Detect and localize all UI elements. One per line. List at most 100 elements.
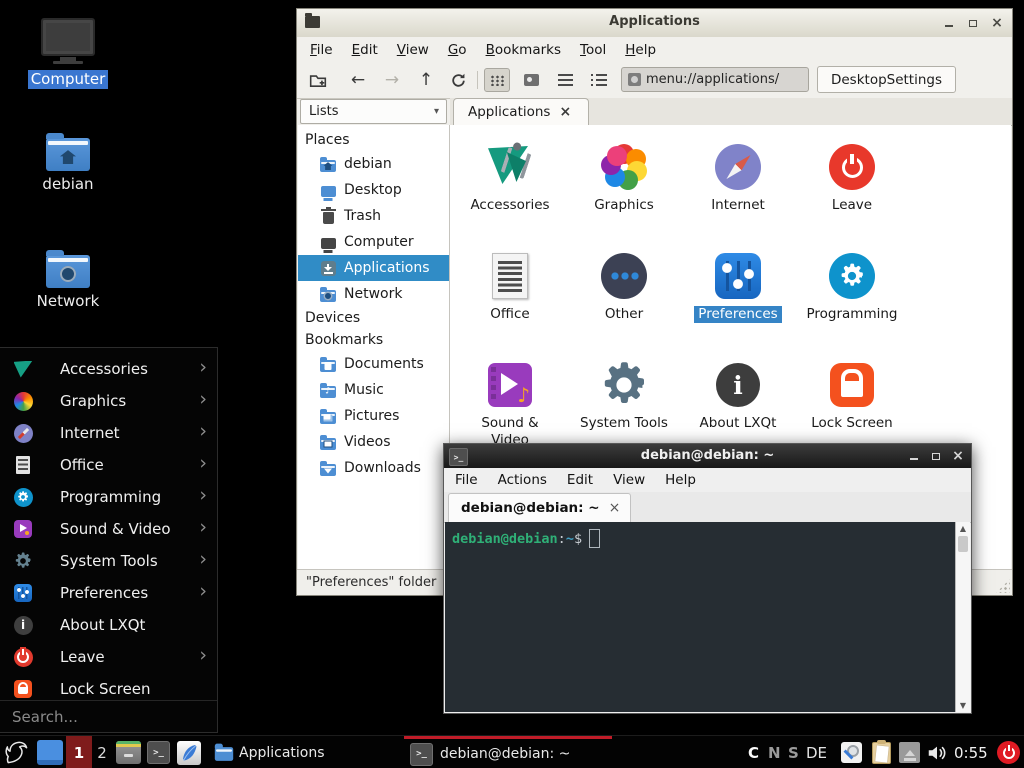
tab-applications[interactable]: Applications × (453, 98, 589, 125)
menu-view[interactable]: View (397, 42, 429, 58)
grid-item-other[interactable]: Other (567, 244, 681, 350)
grid-item-preferences[interactable]: Preferences (681, 244, 795, 350)
menu-tool[interactable]: Tool (580, 42, 606, 58)
workspace-2-button[interactable]: 2 (94, 736, 110, 768)
menu-file[interactable]: File (455, 472, 478, 488)
desktop-settings-button[interactable]: DesktopSettings (817, 66, 956, 93)
sidebar-item-applications[interactable]: Applications (298, 255, 449, 281)
tab-close-icon[interactable]: × (559, 105, 571, 119)
maximize-button[interactable] (966, 16, 980, 30)
menu-file[interactable]: File (310, 42, 333, 58)
task-button-terminal[interactable]: >_ debian@debian: ~ (404, 736, 612, 768)
scrollbar-thumb[interactable] (958, 536, 968, 552)
new-tab-button[interactable] (305, 68, 331, 92)
grid-item-leave[interactable]: Leave (795, 135, 909, 241)
clock[interactable]: 0:55 (954, 736, 988, 768)
scroll-up-icon[interactable]: ▲ (956, 524, 970, 533)
tray-eject-icon[interactable] (899, 736, 920, 768)
thumbnail-view-button[interactable] (518, 68, 544, 92)
terminal-scrollbar[interactable]: ▲ ▼ (955, 522, 970, 712)
sidebar-item-documents[interactable]: Documents (298, 351, 449, 377)
system-tools-icon (600, 361, 648, 409)
grid-item-programming[interactable]: Programming (795, 244, 909, 350)
grid-item-graphics[interactable]: Graphics (567, 135, 681, 241)
minimize-button[interactable] (907, 449, 921, 463)
desktop-icon-network[interactable]: Network (20, 255, 116, 311)
menu-edit[interactable]: Edit (352, 42, 378, 58)
desktop-icon-computer[interactable]: Computer (20, 18, 116, 89)
reload-button[interactable] (445, 68, 471, 92)
sidebar-item-trash[interactable]: Trash (298, 203, 449, 229)
tray-clipboard-icon[interactable] (872, 736, 891, 768)
menu-go[interactable]: Go (448, 42, 467, 58)
back-button[interactable]: ← (345, 68, 371, 92)
scroll-down-icon[interactable]: ▼ (956, 701, 970, 710)
resize-grip[interactable] (996, 579, 1010, 593)
search-input[interactable] (10, 707, 204, 727)
sidebar-item-computer[interactable]: Computer (298, 229, 449, 255)
maximize-button[interactable] (929, 449, 943, 463)
sidebar-item-network[interactable]: Network (298, 281, 449, 307)
forward-button[interactable]: → (379, 68, 405, 92)
menu-item-sound-video[interactable]: Sound & Video › (0, 513, 217, 545)
tab-close-icon[interactable]: × (609, 501, 621, 515)
sidebar-mode-combo[interactable]: Lists ▾ (300, 99, 447, 124)
path-bar[interactable]: menu://applications/ (621, 67, 809, 92)
sidebar-item-home[interactable]: debian (298, 151, 449, 177)
quicklaunch-terminal[interactable]: >_ (147, 736, 170, 768)
menu-item-system-tools[interactable]: System Tools › (0, 545, 217, 577)
tray-screenshot-icon[interactable] (841, 736, 862, 768)
start-menu-button[interactable] (3, 736, 31, 768)
shell-prompt: debian@debian:~$ (452, 529, 955, 548)
up-button[interactable]: ↑ (413, 68, 439, 92)
close-button[interactable]: × (990, 16, 1004, 30)
sidebar-item-pictures[interactable]: Pictures (298, 403, 449, 429)
power-button[interactable] (997, 736, 1020, 768)
menu-item-office[interactable]: Office › (0, 449, 217, 481)
grid-item-accessories[interactable]: Accessories (453, 135, 567, 241)
featherpad-icon (177, 741, 201, 765)
menu-actions[interactable]: Actions (498, 472, 547, 488)
keyboard-layout-indicator[interactable]: DE (806, 736, 827, 768)
quicklaunch-file-manager[interactable] (116, 736, 141, 768)
menu-search-row (0, 700, 217, 732)
sidebar-item-downloads[interactable]: Downloads (298, 455, 449, 481)
menu-item-graphics[interactable]: Graphics › (0, 385, 217, 417)
menu-item-leave[interactable]: Leave › (0, 641, 217, 673)
icon-view-button[interactable] (484, 68, 510, 92)
workspace-1-button[interactable]: 1 (66, 736, 92, 768)
minimize-button[interactable] (942, 16, 956, 30)
sidebar-item-desktop[interactable]: Desktop (298, 177, 449, 203)
menu-item-preferences[interactable]: Preferences › (0, 577, 217, 609)
menu-item-internet[interactable]: Internet › (0, 417, 217, 449)
terminal-titlebar[interactable]: >_ debian@debian: ~ × (444, 444, 971, 468)
grid-item-office[interactable]: Office (453, 244, 567, 350)
tray-volume-icon[interactable] (926, 736, 948, 768)
menu-item-about-lxqt[interactable]: i About LXQt (0, 609, 217, 641)
chevron-right-icon: › (199, 646, 207, 665)
menu-help[interactable]: Help (625, 42, 656, 58)
menu-item-programming[interactable]: Programming › (0, 481, 217, 513)
menu-view[interactable]: View (613, 472, 645, 488)
fm-toolbar: ← → ↑ menu://applications/ DesktopSettin… (297, 62, 1012, 99)
desktop-icon (319, 184, 337, 197)
close-button[interactable]: × (951, 449, 965, 463)
menu-help[interactable]: Help (665, 472, 696, 488)
sidebar-item-music[interactable]: ♪ Music (298, 377, 449, 403)
desktop-icon-debian[interactable]: debian (20, 138, 116, 194)
compact-view-button[interactable] (552, 68, 578, 92)
fm-titlebar[interactable]: Applications × (297, 9, 1012, 38)
task-button-applications[interactable]: Applications (208, 736, 331, 768)
menu-item-label: Preferences (60, 584, 148, 602)
sidebar-item-videos[interactable]: Videos (298, 429, 449, 455)
quicklaunch-featherpad[interactable] (177, 736, 201, 768)
show-desktop-button[interactable] (37, 736, 63, 768)
menu-edit[interactable]: Edit (567, 472, 593, 488)
terminal-screen[interactable]: debian@debian:~$ (445, 522, 955, 712)
terminal-tab[interactable]: debian@debian: ~ × (448, 493, 631, 522)
menu-item-label: System Tools (60, 552, 158, 570)
grid-item-internet[interactable]: Internet (681, 135, 795, 241)
menu-bookmarks[interactable]: Bookmarks (486, 42, 561, 58)
detailed-list-button[interactable] (586, 68, 612, 92)
menu-item-accessories[interactable]: Accessories › (0, 353, 217, 385)
